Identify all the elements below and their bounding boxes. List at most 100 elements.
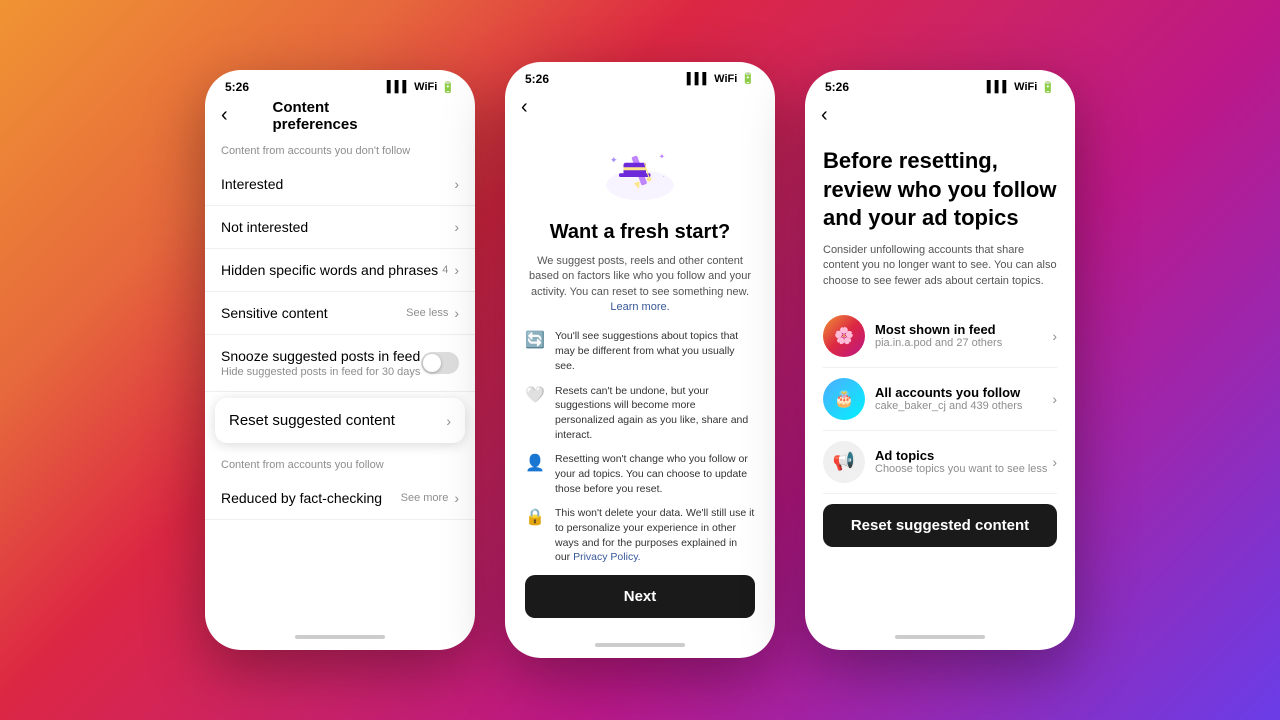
snooze-sub: Hide suggested posts in feed for 30 days [221, 366, 420, 378]
sensitive-right: See less › [406, 305, 459, 321]
wifi-icon-3: WiFi [1014, 81, 1037, 93]
hidden-words-label-wrap: Hidden specific words and phrases [221, 262, 438, 278]
battery-icon: 🔋 [441, 81, 455, 94]
signal-icon-3: ▌▌▌ [987, 81, 1010, 93]
sensitive-badge: See less [406, 307, 448, 319]
fresh-start-title: Want a fresh start? [525, 221, 755, 244]
fact-checking-badge: See more [401, 492, 449, 504]
svg-text:·: · [663, 174, 665, 180]
hidden-words-badge: 4 [442, 264, 448, 276]
home-indicator-1 [205, 628, 475, 650]
interested-label: Interested [221, 176, 283, 192]
bullet-text-2: Resetting won't change who you follow or… [555, 452, 755, 496]
phone-2: 5:26 ▌▌▌ WiFi 🔋 ‹ ✦ ✦ · [505, 62, 775, 658]
illustration: ✦ ✦ · [525, 139, 755, 209]
toggle-knob [423, 354, 441, 372]
hidden-words-right: 4 › [442, 262, 459, 278]
refresh-icon: 🔄 [525, 330, 545, 350]
fresh-desc-text: We suggest posts, reels and other conten… [529, 255, 751, 298]
home-indicator-2 [505, 636, 775, 658]
reset-suggested-label: Reset suggested content [229, 412, 395, 429]
ad-topics-sub: Choose topics you want to see less [875, 463, 1052, 475]
most-shown-sub: pia.in.a.pod and 27 others [875, 337, 1052, 349]
megaphone-icon: 📢 [833, 451, 855, 472]
home-bar-2 [595, 643, 685, 647]
reset-content-button[interactable]: Reset suggested content [823, 504, 1057, 547]
chevron-all-accounts: › [1052, 391, 1057, 407]
fresh-start-desc: We suggest posts, reels and other conten… [525, 254, 755, 316]
fact-checking-label: Reduced by fact-checking [221, 490, 382, 506]
not-interested-label-wrap: Not interested [221, 219, 308, 235]
home-indicator-3 [805, 628, 1075, 650]
avatar-all-accounts: 🎂 [823, 378, 865, 420]
signal-icon-2: ▌▌▌ [687, 73, 710, 85]
bullet-text-0: You'll see suggestions about topics that… [555, 329, 755, 373]
fact-checking-right: See more › [401, 490, 459, 506]
bullet-item-2: 👤 Resetting won't change who you follow … [525, 452, 755, 496]
snooze-label-wrap: Snooze suggested posts in feed Hide sugg… [221, 348, 420, 378]
all-accounts-sub: cake_baker_cj and 439 others [875, 400, 1052, 412]
all-accounts-item[interactable]: 🎂 All accounts you follow cake_baker_cj … [823, 368, 1057, 431]
interested-label-wrap: Interested [221, 176, 283, 192]
fact-checking-item[interactable]: Reduced by fact-checking See more › [205, 477, 475, 520]
chevron-not-interested: › [454, 219, 459, 235]
fresh-start-illustration: ✦ ✦ · [595, 139, 685, 209]
section-label-1: Content from accounts you don't follow [205, 135, 475, 163]
signal-icon: ▌▌▌ [387, 81, 410, 93]
person-icon: 👤 [525, 453, 545, 473]
not-interested-item[interactable]: Not interested › [205, 206, 475, 249]
nav-bar-1: ‹ Content preferences [205, 98, 475, 135]
next-button[interactable]: Next [525, 575, 755, 618]
reset-suggested-content-button[interactable]: Reset suggested content › [215, 398, 465, 443]
wifi-icon-2: WiFi [714, 73, 737, 85]
hidden-words-item[interactable]: Hidden specific words and phrases 4 › [205, 249, 475, 292]
all-accounts-name: All accounts you follow [875, 385, 1052, 400]
phone1-content: Content from accounts you don't follow I… [205, 135, 475, 628]
back-button-1[interactable]: ‹ [221, 104, 228, 127]
nav-bar-3: ‹ [805, 98, 1075, 135]
most-shown-info: Most shown in feed pia.in.a.pod and 27 o… [875, 322, 1052, 349]
ad-topics-item[interactable]: 📢 Ad topics Choose topics you want to se… [823, 431, 1057, 494]
fact-checking-wrap: Reduced by fact-checking [221, 490, 382, 506]
status-icons-1: ▌▌▌ WiFi 🔋 [387, 81, 455, 94]
nav-bar-2: ‹ [505, 90, 775, 127]
chevron-reset: › [446, 413, 451, 429]
time-2: 5:26 [525, 72, 549, 86]
home-bar-3 [895, 635, 985, 639]
page-title-1: Content preferences [273, 99, 408, 133]
time-3: 5:26 [825, 80, 849, 94]
review-desc: Consider unfollowing accounts that share… [823, 243, 1057, 289]
sensitive-label-wrap: Sensitive content [221, 305, 328, 321]
all-accounts-info: All accounts you follow cake_baker_cj an… [875, 385, 1052, 412]
chevron-sensitive: › [454, 305, 459, 321]
back-button-3[interactable]: ‹ [821, 104, 828, 127]
lock-icon: 🔒 [525, 507, 545, 527]
learn-more-link[interactable]: Learn more. [610, 301, 669, 313]
status-bar-3: 5:26 ▌▌▌ WiFi 🔋 [805, 70, 1075, 98]
battery-icon-2: 🔋 [741, 72, 755, 85]
snooze-item[interactable]: Snooze suggested posts in feed Hide sugg… [205, 335, 475, 392]
snooze-toggle[interactable] [421, 352, 459, 374]
svg-text:✦: ✦ [610, 155, 618, 165]
sensitive-content-item[interactable]: Sensitive content See less › [205, 292, 475, 335]
bullet-item-1: 🤍 Resets can't be undone, but your sugge… [525, 384, 755, 443]
most-shown-name: Most shown in feed [875, 322, 1052, 337]
status-icons-3: ▌▌▌ WiFi 🔋 [987, 81, 1055, 94]
not-interested-right: › [454, 219, 459, 235]
chevron-hidden-words: › [454, 262, 459, 278]
hidden-words-label: Hidden specific words and phrases [221, 262, 438, 278]
avatar-most-shown: 🌸 [823, 315, 865, 357]
bullet-item-3: 🔒 This won't delete your data. We'll sti… [525, 506, 755, 565]
status-icons-2: ▌▌▌ WiFi 🔋 [687, 72, 755, 85]
privacy-policy-link[interactable]: Privacy Policy. [573, 551, 641, 563]
back-button-2[interactable]: ‹ [521, 96, 528, 119]
home-bar-1 [295, 635, 385, 639]
bullet-text-1: Resets can't be undone, but your suggest… [555, 384, 755, 443]
most-shown-item[interactable]: 🌸 Most shown in feed pia.in.a.pod and 27… [823, 305, 1057, 368]
phone-1: 5:26 ▌▌▌ WiFi 🔋 ‹ Content preferences Co… [205, 70, 475, 650]
chevron-fact-checking: › [454, 490, 459, 506]
bullet-item-0: 🔄 You'll see suggestions about topics th… [525, 329, 755, 373]
status-bar-1: 5:26 ▌▌▌ WiFi 🔋 [205, 70, 475, 98]
avatar-inner-1: 🌸 [823, 315, 865, 357]
interested-item[interactable]: Interested › [205, 163, 475, 206]
